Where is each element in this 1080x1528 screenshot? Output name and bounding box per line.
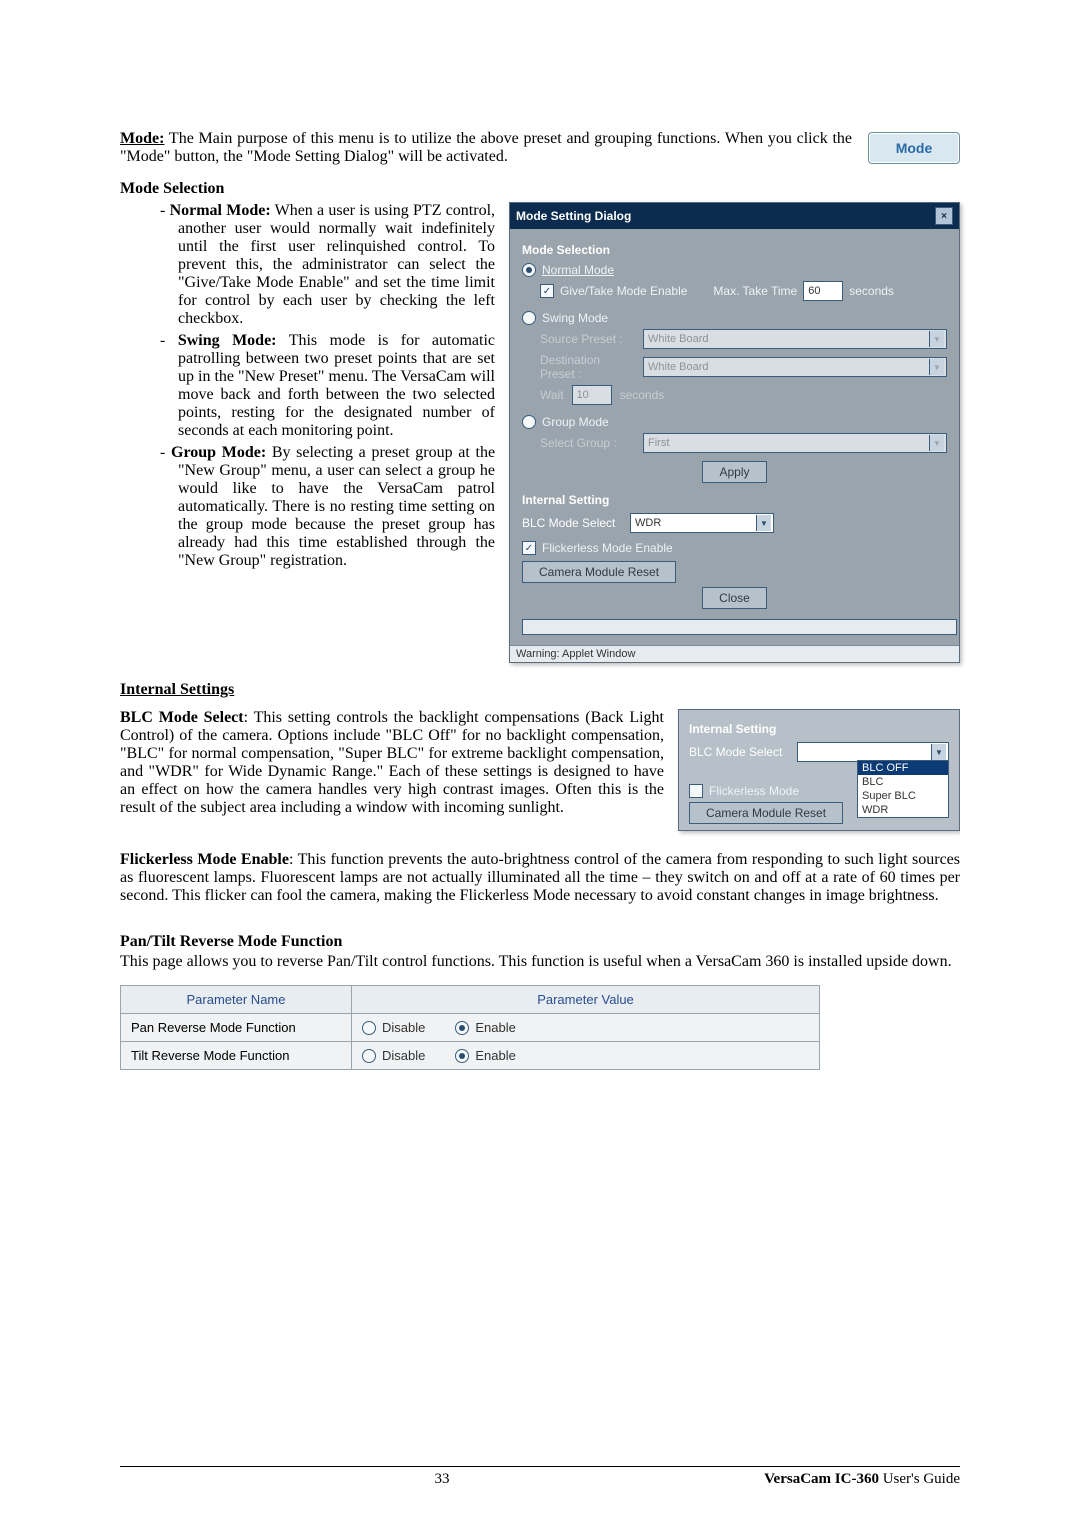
source-preset-select[interactable]: White Board: [643, 329, 947, 349]
normal-mode-label: Normal Mode: [542, 263, 614, 277]
panel-blc-dropdown-list[interactable]: BLC OFF BLC Super BLC WDR: [857, 760, 949, 818]
apply-button[interactable]: Apply: [702, 461, 766, 483]
internal-setting-group-title: Internal Setting: [522, 493, 947, 507]
internal-setting-panel: Internal Setting BLC Mode Select BLC OFF…: [678, 709, 960, 831]
list-item-label: Swing Mode:: [178, 332, 277, 349]
swing-mode-radio[interactable]: [522, 311, 536, 325]
close-button[interactable]: Close: [702, 587, 767, 609]
flickerless-label: Flickerless Mode Enable: [542, 541, 673, 555]
list-item-text: By selecting a preset group at the "New …: [178, 444, 495, 569]
camera-reset-button[interactable]: Camera Module Reset: [522, 561, 676, 583]
select-group-label: Select Group :: [540, 436, 635, 450]
blc-mode-label: BLC Mode Select: [522, 516, 622, 530]
pan-tilt-title: Pan/Tilt Reverse Mode Function: [120, 933, 960, 951]
table-header-value: Parameter Value: [352, 986, 820, 1014]
wait-label: Wait: [540, 388, 564, 402]
source-preset-label: Source Preset :: [540, 332, 635, 346]
dialog-title: Mode Setting Dialog: [516, 209, 631, 223]
give-take-label: Give/Take Mode Enable: [560, 284, 687, 298]
wait-seconds-label: seconds: [620, 388, 665, 402]
mode-selection-group-title: Mode Selection: [522, 243, 947, 257]
blc-label: BLC Mode Select: [120, 709, 244, 726]
give-take-checkbox[interactable]: [540, 284, 554, 298]
param-name: Tilt Reverse Mode Function: [121, 1042, 352, 1070]
enable-label: Enable: [475, 1048, 515, 1063]
table-row: Tilt Reverse Mode Function Disable Enabl…: [121, 1042, 820, 1070]
blank-status-strip: [522, 619, 957, 635]
dest-preset-select[interactable]: White Board: [643, 357, 947, 377]
enable-label: Enable: [475, 1020, 515, 1035]
mode-setting-dialog: Mode Setting Dialog × Mode Selection Nor…: [509, 202, 960, 663]
panel-camera-reset-button[interactable]: Camera Module Reset: [689, 802, 843, 824]
mode-label: Mode:: [120, 130, 164, 147]
max-take-time-label: Max. Take Time: [713, 284, 797, 298]
mode-selection-title: Mode Selection: [120, 180, 960, 198]
group-mode-label: Group Mode: [542, 415, 609, 429]
panel-blc-select[interactable]: [797, 742, 949, 762]
dropdown-option[interactable]: WDR: [858, 803, 948, 817]
pan-enable-radio[interactable]: [455, 1021, 469, 1035]
group-mode-radio[interactable]: [522, 415, 536, 429]
flickerless-label: Flickerless Mode Enable: [120, 851, 289, 868]
pan-tilt-intro: This page allows you to reverse Pan/Tilt…: [120, 953, 960, 971]
normal-mode-radio[interactable]: [522, 263, 536, 277]
tilt-disable-radio[interactable]: [362, 1049, 376, 1063]
panel-blc-label: BLC Mode Select: [689, 745, 789, 759]
wait-input[interactable]: 10: [572, 385, 612, 405]
statusbar: Warning: Applet Window: [510, 645, 959, 662]
dropdown-option[interactable]: BLC OFF: [858, 761, 948, 775]
dest-preset-label: Destination Preset :: [540, 353, 635, 381]
list-item-label: Group Mode:: [171, 444, 266, 461]
swing-mode-label: Swing Mode: [542, 311, 608, 325]
panel-title: Internal Setting: [689, 722, 949, 736]
footer-product: VersaCam IC-360: [764, 1471, 879, 1487]
page-number: 33: [435, 1471, 450, 1488]
list-item-label: Normal Mode:: [170, 202, 271, 219]
mode-button[interactable]: Mode: [868, 132, 960, 164]
close-icon[interactable]: ×: [935, 207, 953, 225]
pan-disable-radio[interactable]: [362, 1021, 376, 1035]
dropdown-option[interactable]: Super BLC: [858, 789, 948, 803]
list-item-text: When a user is using PTZ control, anothe…: [178, 202, 495, 327]
parameter-table: Parameter Name Parameter Value Pan Rever…: [120, 985, 820, 1070]
mode-paragraph: The Main purpose of this menu is to util…: [120, 130, 852, 165]
disable-label: Disable: [382, 1020, 425, 1035]
flickerless-checkbox[interactable]: [522, 541, 536, 555]
table-row: Pan Reverse Mode Function Disable Enable: [121, 1014, 820, 1042]
param-name: Pan Reverse Mode Function: [121, 1014, 352, 1042]
select-group-select[interactable]: First: [643, 433, 947, 453]
dropdown-option[interactable]: BLC: [858, 775, 948, 789]
footer-guide: User's Guide: [879, 1471, 960, 1487]
seconds-label: seconds: [849, 284, 894, 298]
blc-mode-select[interactable]: WDR: [630, 513, 774, 533]
max-take-time-input[interactable]: 60: [803, 281, 843, 301]
internal-settings-title: Internal Settings: [120, 681, 960, 699]
panel-flickerless-checkbox[interactable]: [689, 784, 703, 798]
table-header-name: Parameter Name: [121, 986, 352, 1014]
tilt-enable-radio[interactable]: [455, 1049, 469, 1063]
panel-flickerless-label: Flickerless Mode: [709, 784, 799, 798]
disable-label: Disable: [382, 1048, 425, 1063]
